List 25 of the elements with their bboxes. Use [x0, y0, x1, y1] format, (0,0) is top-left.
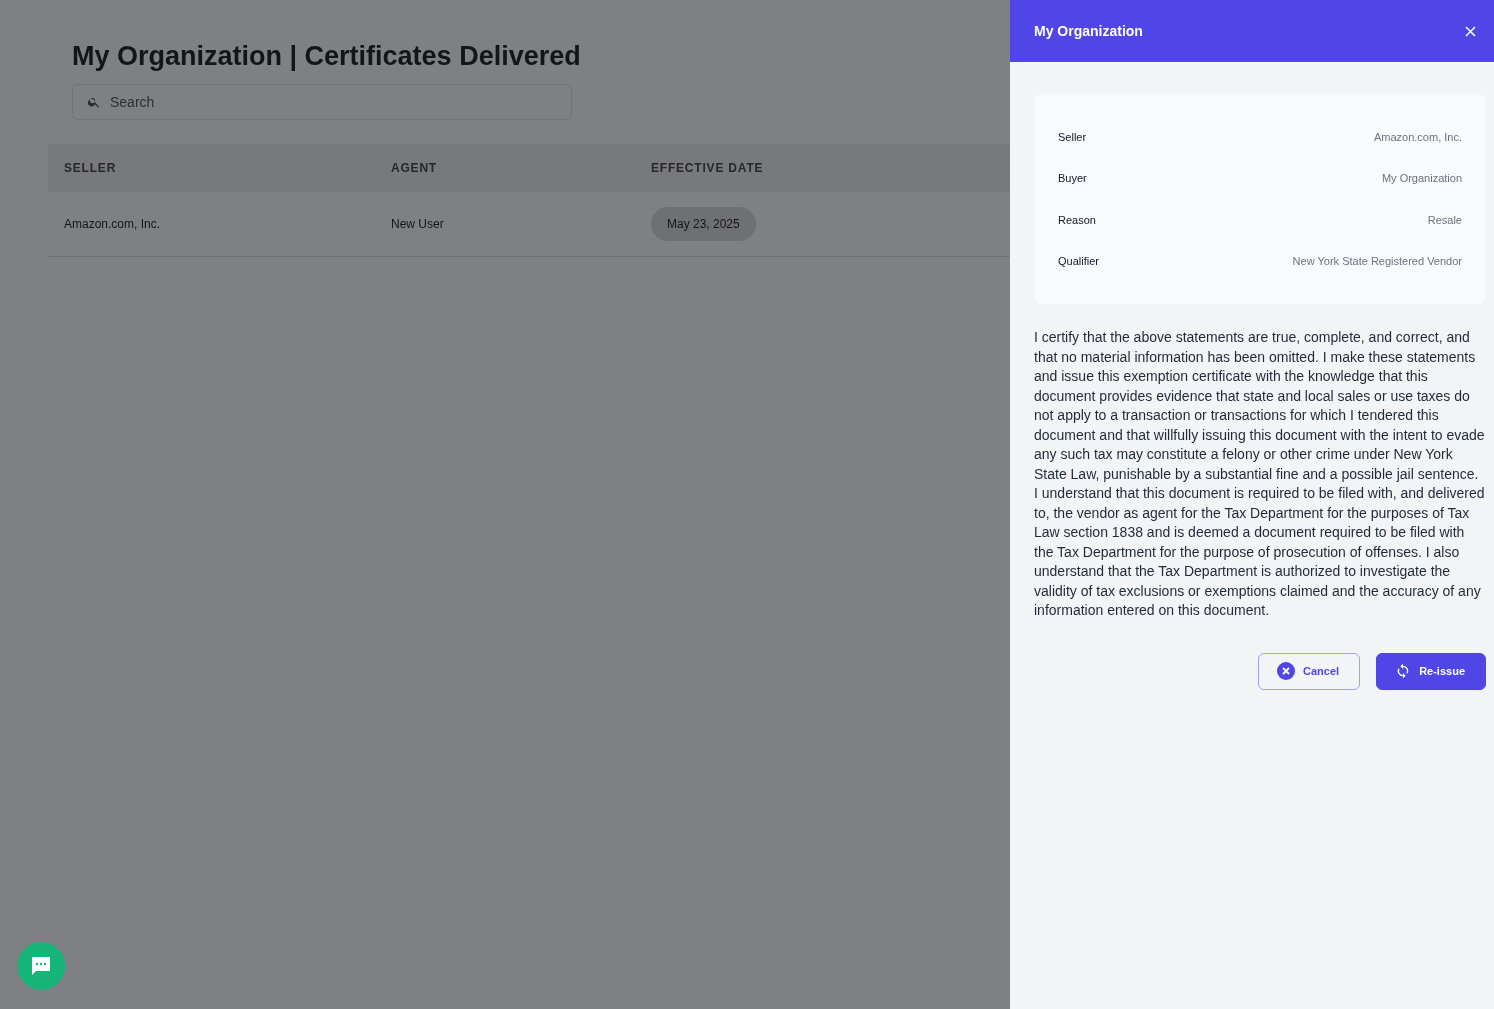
page-title: My Organization | Certificates Delivered [71, 40, 582, 72]
detail-label: Qualifier [1058, 255, 1099, 268]
detail-label: Buyer [1058, 172, 1087, 185]
close-button[interactable] [1465, 25, 1476, 37]
date-tag: May 23, 2025 [651, 207, 756, 241]
chat-bubble-icon [31, 956, 51, 976]
search-field[interactable]: Search [72, 84, 572, 120]
close-circle-icon [1277, 662, 1296, 680]
detail-value: Resale [1427, 213, 1462, 226]
detail-value: Amazon.com, Inc. [1373, 130, 1462, 143]
table-cell: Amazon.com, Inc. [48, 192, 375, 257]
reissue-button[interactable]: Re-issue [1376, 652, 1486, 690]
column-header: EFFECTIVE DATE [635, 144, 1010, 192]
detail-label: Reason [1058, 213, 1096, 226]
certification-statement: I certify that the above statements are true, complete, and correct, and that no material information has been omitted. I make these statements and issue this exemption certificate with the knowledge that this document provides evidence that state and local sales or use taxes do not apply to a transaction or transactions for which I tendered this document and that willfully issuing this document with the intent to evade any such tax may constitute a felony or other crime under New York State Law, punishable by a substantial fine and a possible jail sentence. I understand that this document is required to be filed with, and delivered to, the vendor as agent for the Tax Department for the purposes of Tax Law section 1838 and is deemed a document required to be filed with the Tax Department for the purpose of prosecution of offenses. I also understand that the Tax Department is authorized to investigate the validity of tax exclusions or exemptions claimed and the accuracy of any information entered on this document. [1034, 328, 1486, 620]
column-header: SELLER [48, 144, 375, 192]
cancel-button[interactable]: Cancel [1258, 652, 1361, 690]
search-icon [87, 95, 101, 109]
chat-button[interactable] [17, 942, 65, 990]
detail-label: Seller [1058, 130, 1087, 143]
column-header: AGENT [375, 144, 635, 192]
detail-value: My Organization [1381, 172, 1462, 185]
drawer-title: My Organization [1034, 23, 1143, 39]
detail-value: New York State Registered Vendor [1292, 255, 1462, 268]
table-cell: New User [375, 192, 635, 257]
